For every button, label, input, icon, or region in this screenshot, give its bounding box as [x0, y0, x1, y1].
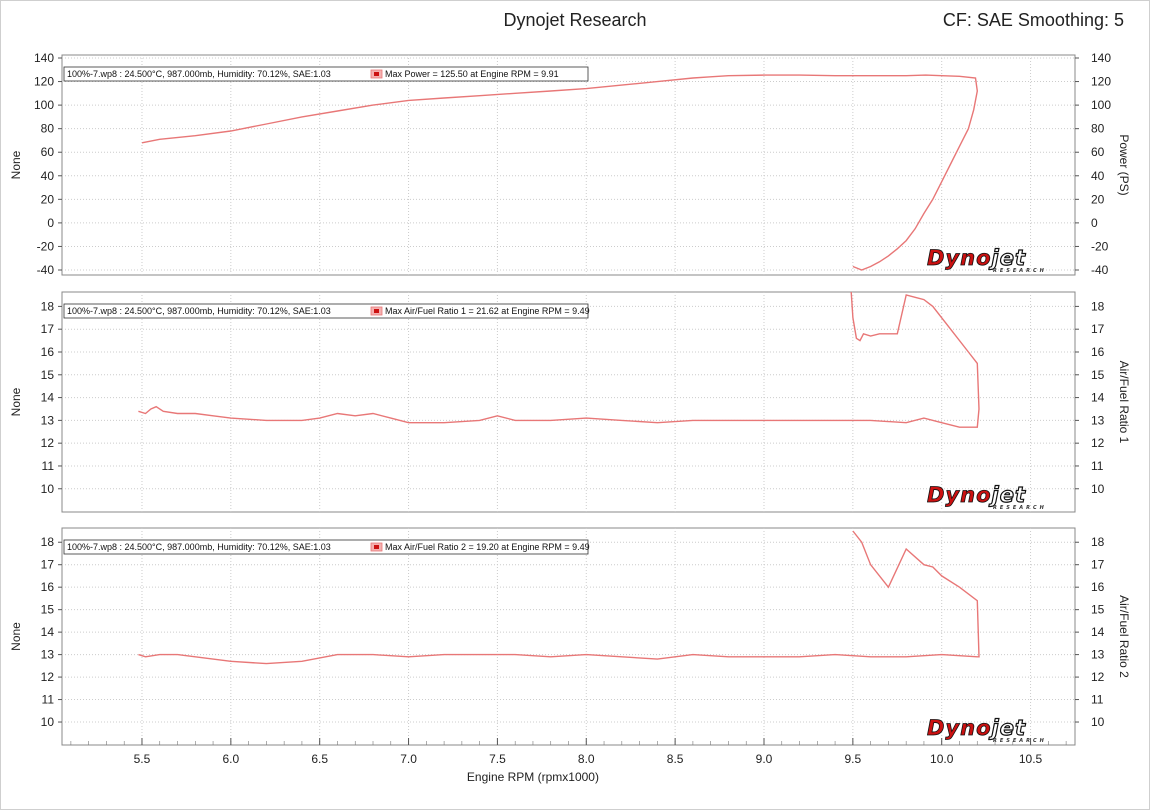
y-tick-label-left: 11 [42, 693, 55, 707]
legend-swatch-dot [374, 309, 379, 313]
y-tick-label-right: 80 [1091, 122, 1105, 136]
y-tick-label-right: 60 [1091, 145, 1105, 159]
y-tick-label-left: 13 [41, 648, 55, 662]
y-tick-label-right: 15 [1091, 603, 1105, 617]
left-axis-label: None [9, 150, 23, 179]
x-tick-label: 9.0 [756, 752, 773, 766]
y-tick-label-left: -40 [37, 263, 55, 277]
y-tick-label-right: 10 [1091, 482, 1105, 496]
y-tick-label-left: 14 [41, 391, 55, 405]
y-tick-label-left: 15 [41, 368, 55, 382]
right-axis-label: Air/Fuel Ratio 2 [1117, 595, 1131, 678]
chart-panel-3: 10 10 11 11 12 12 13 13 14 14 15 15 16 16 17 17 18 18 None… [9, 527, 1131, 746]
left-axis-label: None [9, 387, 23, 416]
legend-series-text: Max Power = 125.50 at Engine RPM = 9.91 [385, 69, 559, 79]
y-tick-label-left: 100 [34, 98, 54, 112]
legend-series-text: Max Air/Fuel Ratio 1 = 21.62 at Engine R… [385, 306, 590, 316]
y-tick-label-left: 60 [41, 145, 55, 159]
y-tick-label-right: 0 [1091, 216, 1098, 230]
dynojet-logo-sub: RESEARCH [993, 738, 1047, 744]
y-tick-label-left: 17 [41, 558, 55, 572]
y-tick-label-right: 13 [1091, 648, 1105, 662]
y-tick-label-left: 13 [41, 413, 55, 427]
legend-info-text: 100%-7.wp8 : 24.500°C, 987.000mb, Humidi… [67, 69, 331, 79]
y-tick-label-right: 16 [1091, 580, 1105, 594]
y-tick-label-right: 17 [1091, 322, 1105, 336]
legend-info-text: 100%-7.wp8 : 24.500°C, 987.000mb, Humidi… [67, 542, 331, 552]
y-tick-label-right: 11 [1091, 693, 1104, 707]
x-tick-label: 10.5 [1019, 752, 1043, 766]
x-tick-label: 8.0 [578, 752, 595, 766]
dynojet-logo-sub: RESEARCH [993, 268, 1047, 274]
y-tick-label-left: 140 [34, 51, 54, 65]
y-tick-label-left: 40 [41, 169, 55, 183]
y-tick-label-right: 40 [1091, 169, 1105, 183]
y-tick-label-left: 120 [34, 75, 54, 89]
right-axis-label: Power (PS) [1117, 134, 1131, 195]
y-tick-label-left: 16 [41, 345, 55, 359]
y-tick-label-right: 120 [1091, 75, 1111, 89]
chart-panel-2: 10 10 11 11 12 12 13 13 14 14 15 15 16 16 17 17 18 18 None… [9, 291, 1131, 513]
y-tick-label-right: 12 [1091, 436, 1105, 450]
y-tick-label-right: -20 [1091, 239, 1109, 253]
y-tick-label-right: 16 [1091, 345, 1105, 359]
y-tick-label-right: 14 [1091, 625, 1105, 639]
y-tick-label-left: 18 [41, 299, 55, 313]
x-tick-label: 10.0 [930, 752, 954, 766]
y-tick-label-left: -20 [37, 239, 55, 253]
y-tick-label-left: 14 [41, 625, 55, 639]
dynojet-logo: Dynojet [927, 716, 1026, 740]
dynojet-logo-sub: RESEARCH [993, 505, 1047, 511]
y-tick-label-right: 17 [1091, 558, 1105, 572]
y-tick-label-left: 18 [41, 535, 55, 549]
x-tick-label: 9.5 [845, 752, 862, 766]
panel-border [61, 527, 1076, 746]
y-tick-label-right: 10 [1091, 715, 1105, 729]
left-axis-label: None [9, 622, 23, 651]
legend-info-text: 100%-7.wp8 : 24.500°C, 987.000mb, Humidi… [67, 306, 331, 316]
y-tick-label-left: 0 [47, 216, 54, 230]
x-tick-label: 5.5 [134, 752, 151, 766]
y-tick-label-right: 15 [1091, 368, 1105, 382]
y-tick-label-right: 12 [1091, 670, 1105, 684]
y-tick-label-left: 10 [41, 482, 55, 496]
y-tick-label-right: -40 [1091, 263, 1109, 277]
y-tick-label-right: 100 [1091, 98, 1111, 112]
x-tick-label: 7.5 [489, 752, 506, 766]
chart-panel-1: -40 -40 -20 -20 0 0 20 20 40 40 60 60 80 80 100 100 120 1… [9, 51, 1131, 277]
legend-swatch-dot [374, 72, 379, 76]
panel-border [61, 54, 1076, 276]
panel-border [61, 291, 1076, 513]
y-tick-label-left: 12 [41, 436, 55, 450]
x-axis-label: Engine RPM (rpmx1000) [467, 770, 599, 784]
y-tick-label-left: 17 [41, 322, 55, 336]
dynojet-logo: Dynojet [927, 483, 1026, 507]
y-tick-label-right: 14 [1091, 391, 1105, 405]
y-tick-label-left: 16 [41, 580, 55, 594]
y-tick-label-right: 18 [1091, 299, 1105, 313]
right-axis-label: Air/Fuel Ratio 1 [1117, 361, 1131, 444]
x-tick-label: 8.5 [667, 752, 684, 766]
x-tick-label: 6.5 [311, 752, 328, 766]
x-tick-label: 6.0 [222, 752, 239, 766]
dyno-charts: -40 -40 -20 -20 0 0 20 20 40 40 60 60 80 80 100 100 120 1… [9, 51, 1131, 784]
y-tick-label-right: 13 [1091, 413, 1105, 427]
y-tick-label-left: 15 [41, 603, 55, 617]
y-tick-label-right: 11 [1091, 459, 1104, 473]
legend-swatch-dot [374, 545, 379, 549]
y-tick-label-right: 140 [1091, 51, 1111, 65]
y-tick-label-right: 18 [1091, 535, 1105, 549]
y-tick-label-left: 11 [42, 459, 55, 473]
x-tick-label: 7.0 [400, 752, 417, 766]
legend-series-text: Max Air/Fuel Ratio 2 = 19.20 at Engine R… [385, 542, 590, 552]
y-tick-label-left: 80 [41, 122, 55, 136]
y-tick-label-right: 20 [1091, 192, 1105, 206]
y-tick-label-left: 12 [41, 670, 55, 684]
dynojet-logo: Dynojet [927, 246, 1026, 270]
y-tick-label-left: 20 [41, 192, 55, 206]
y-tick-label-left: 10 [41, 715, 55, 729]
